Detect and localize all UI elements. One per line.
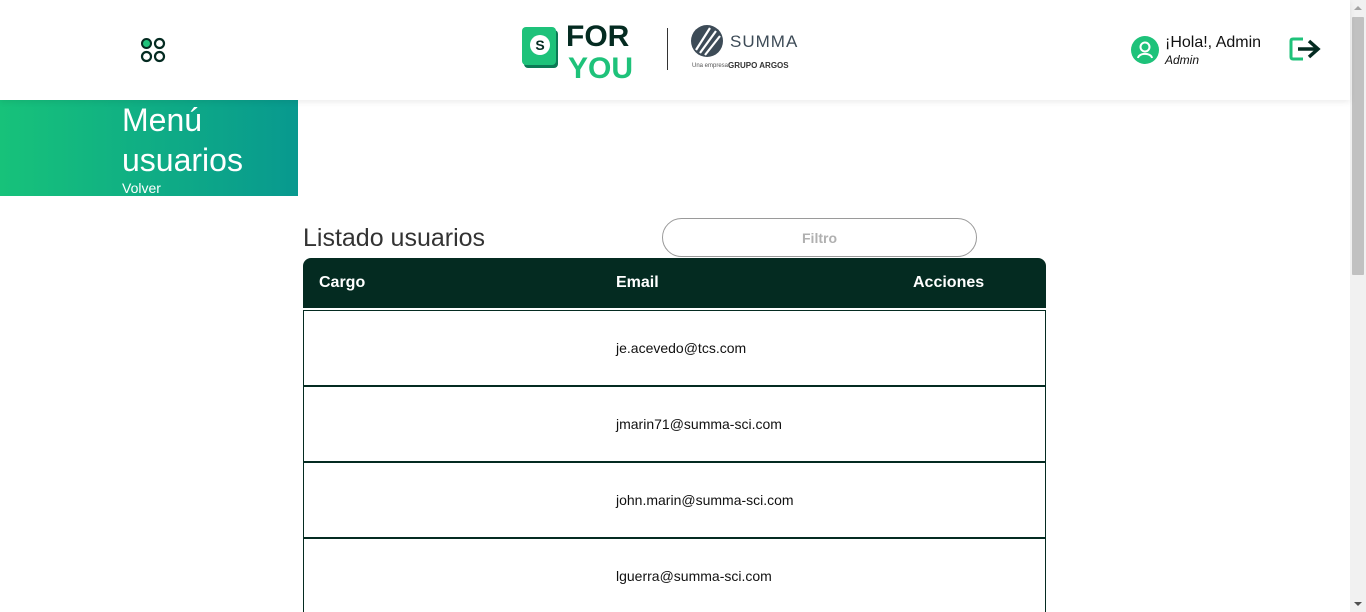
table-row[interactable]: jmarin71@summa-sci.com bbox=[303, 386, 1046, 462]
scroll-up-icon[interactable] bbox=[1350, 0, 1366, 16]
svg-text:S: S bbox=[535, 37, 544, 53]
scroll-down-icon[interactable] bbox=[1350, 596, 1366, 612]
table-row[interactable]: john.marin@summa-sci.com bbox=[303, 462, 1046, 538]
page-title: Listado usuarios bbox=[303, 224, 486, 252]
back-link[interactable]: Volver bbox=[122, 180, 161, 196]
column-header-acciones: Acciones bbox=[913, 274, 985, 291]
column-header-cargo[interactable]: Cargo bbox=[319, 274, 365, 292]
banner-title: Menú usuarios bbox=[122, 102, 243, 178]
user-greeting: ¡Hola!, Admin bbox=[1165, 34, 1262, 51]
summa-group: GRUPO ARGOS bbox=[728, 61, 789, 70]
cell-email: jmarin71@summa-sci.com bbox=[616, 416, 782, 432]
column-header-email[interactable]: Email bbox=[616, 274, 659, 292]
cell-email: john.marin@summa-sci.com bbox=[616, 492, 794, 508]
summa-subtitle: Una empresa bbox=[692, 63, 729, 69]
foryou-logo: S FOR YOU bbox=[522, 18, 648, 85]
svg-text:YOU: YOU bbox=[568, 52, 633, 82]
summa-wordmark: SUMMA bbox=[730, 32, 799, 51]
logo-divider bbox=[667, 28, 668, 70]
section-banner: Menú usuarios Volver bbox=[0, 100, 298, 196]
vertical-scrollbar[interactable] bbox=[1350, 0, 1366, 612]
top-header: S FOR YOU SUMMA Una empresa GRUPO ARGOS … bbox=[0, 0, 1350, 100]
cell-email: je.acevedo@tcs.com bbox=[616, 340, 747, 356]
users-table: Cargo Email Acciones je.acevedo@tcs.com … bbox=[303, 258, 1046, 612]
summa-logo: SUMMA Una empresa GRUPO ARGOS bbox=[690, 24, 800, 76]
table-row[interactable]: lguerra@summa-sci.com bbox=[303, 538, 1046, 612]
page: S FOR YOU SUMMA Una empresa GRUPO ARGOS … bbox=[0, 0, 1366, 612]
cell-email: lguerra@summa-sci.com bbox=[616, 568, 772, 584]
logout-icon[interactable] bbox=[1289, 36, 1321, 62]
user-role: Admin bbox=[1165, 53, 1200, 67]
table-header: Cargo Email Acciones bbox=[303, 258, 1046, 308]
svg-text:FOR: FOR bbox=[566, 20, 630, 53]
table-row[interactable]: je.acevedo@tcs.com bbox=[303, 310, 1046, 386]
user-icon[interactable] bbox=[1131, 36, 1159, 64]
filter-input[interactable] bbox=[662, 218, 977, 257]
apps-grid-icon[interactable] bbox=[140, 37, 166, 63]
scrollbar-thumb[interactable] bbox=[1352, 17, 1364, 275]
